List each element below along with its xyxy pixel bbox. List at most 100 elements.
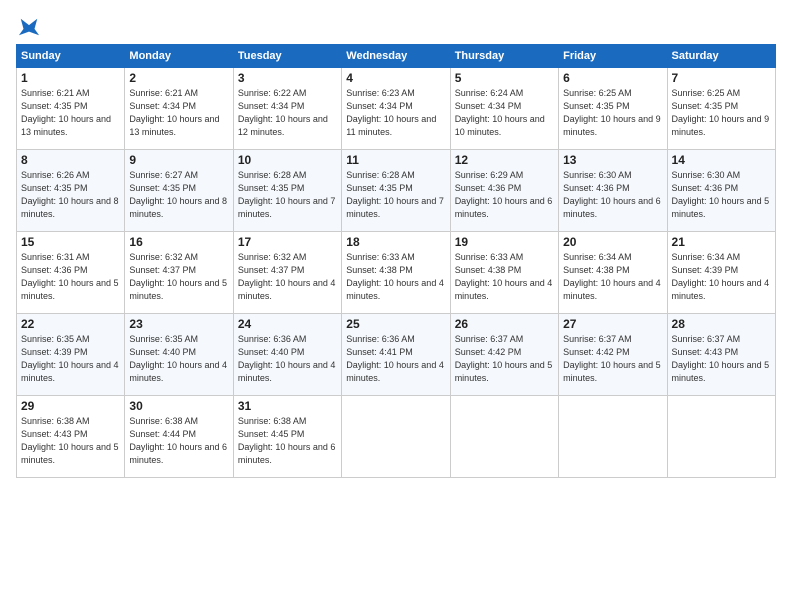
calendar-cell: 7 Sunrise: 6:25 AMSunset: 4:35 PMDaylight… [667,68,775,150]
day-number: 17 [238,235,337,249]
day-number: 26 [455,317,554,331]
day-number: 15 [21,235,120,249]
day-info: Sunrise: 6:31 AMSunset: 4:36 PMDaylight:… [21,251,120,303]
day-info: Sunrise: 6:22 AMSunset: 4:34 PMDaylight:… [238,87,337,139]
day-info: Sunrise: 6:35 AMSunset: 4:39 PMDaylight:… [21,333,120,385]
day-info: Sunrise: 6:36 AMSunset: 4:40 PMDaylight:… [238,333,337,385]
day-number: 3 [238,71,337,85]
calendar-cell: 30 Sunrise: 6:38 AMSunset: 4:44 PMDayligh… [125,396,233,478]
calendar-day-header: Friday [559,45,667,68]
day-number: 27 [563,317,662,331]
calendar-day-header: Sunday [17,45,125,68]
calendar-week-row: 15 Sunrise: 6:31 AMSunset: 4:36 PMDayligh… [17,232,776,314]
day-info: Sunrise: 6:21 AMSunset: 4:34 PMDaylight:… [129,87,228,139]
header [16,16,776,38]
day-info: Sunrise: 6:37 AMSunset: 4:42 PMDaylight:… [455,333,554,385]
calendar-cell: 25Sunrise: 6:36 AMSunset: 4:41 PMDayligh… [342,314,450,396]
logo [16,16,40,38]
day-number: 31 [238,399,337,413]
day-info: Sunrise: 6:38 AMSunset: 4:44 PMDaylight:… [129,415,228,467]
calendar-cell: 27 Sunrise: 6:37 AMSunset: 4:42 PMDayligh… [559,314,667,396]
day-number: 19 [455,235,554,249]
day-info: Sunrise: 6:26 AMSunset: 4:35 PMDaylight:… [21,169,120,221]
day-number: 23 [129,317,228,331]
calendar-cell: 2 Sunrise: 6:21 AMSunset: 4:34 PMDaylight… [125,68,233,150]
day-info: Sunrise: 6:34 AMSunset: 4:39 PMDaylight:… [672,251,771,303]
calendar-cell [667,396,775,478]
day-number: 25 [346,317,445,331]
day-info: Sunrise: 6:33 AMSunset: 4:38 PMDaylight:… [455,251,554,303]
calendar-cell: 1 Sunrise: 6:21 AMSunset: 4:35 PMDaylight… [17,68,125,150]
calendar-cell: 26 Sunrise: 6:37 AMSunset: 4:42 PMDayligh… [450,314,558,396]
calendar-cell: 11Sunrise: 6:28 AMSunset: 4:35 PMDayligh… [342,150,450,232]
calendar-header-row: SundayMondayTuesdayWednesdayThursdayFrid… [17,45,776,68]
calendar-cell: 31 Sunrise: 6:38 AMSunset: 4:45 PMDayligh… [233,396,341,478]
day-number: 4 [346,71,445,85]
calendar-cell [450,396,558,478]
calendar-cell: 6Sunrise: 6:25 AMSunset: 4:35 PMDaylight… [559,68,667,150]
calendar-day-header: Thursday [450,45,558,68]
calendar-table: SundayMondayTuesdayWednesdayThursdayFrid… [16,44,776,478]
day-number: 10 [238,153,337,167]
day-number: 29 [21,399,120,413]
day-info: Sunrise: 6:35 AMSunset: 4:40 PMDaylight:… [129,333,228,385]
day-info: Sunrise: 6:28 AMSunset: 4:35 PMDaylight:… [238,169,337,221]
day-number: 7 [672,71,771,85]
page: SundayMondayTuesdayWednesdayThursdayFrid… [0,0,792,612]
day-info: Sunrise: 6:37 AMSunset: 4:42 PMDaylight:… [563,333,662,385]
calendar-cell: 29 Sunrise: 6:38 AMSunset: 4:43 PMDayligh… [17,396,125,478]
calendar-cell: 10 Sunrise: 6:28 AMSunset: 4:35 PMDayligh… [233,150,341,232]
day-number: 6 [563,71,662,85]
calendar-cell: 3 Sunrise: 6:22 AMSunset: 4:34 PMDaylight… [233,68,341,150]
day-info: Sunrise: 6:37 AMSunset: 4:43 PMDaylight:… [672,333,771,385]
calendar-day-header: Wednesday [342,45,450,68]
calendar-cell: 28Sunrise: 6:37 AMSunset: 4:43 PMDayligh… [667,314,775,396]
calendar-cell: 18Sunrise: 6:33 AMSunset: 4:38 PMDayligh… [342,232,450,314]
day-number: 11 [346,153,445,167]
calendar-cell: 5Sunrise: 6:24 AMSunset: 4:34 PMDaylight… [450,68,558,150]
day-info: Sunrise: 6:34 AMSunset: 4:38 PMDaylight:… [563,251,662,303]
day-info: Sunrise: 6:30 AMSunset: 4:36 PMDaylight:… [563,169,662,221]
day-info: Sunrise: 6:21 AMSunset: 4:35 PMDaylight:… [21,87,120,139]
calendar-cell: 4 Sunrise: 6:23 AMSunset: 4:34 PMDaylight… [342,68,450,150]
day-info: Sunrise: 6:33 AMSunset: 4:38 PMDaylight:… [346,251,445,303]
day-info: Sunrise: 6:38 AMSunset: 4:43 PMDaylight:… [21,415,120,467]
day-info: Sunrise: 6:30 AMSunset: 4:36 PMDaylight:… [672,169,771,221]
calendar-cell [559,396,667,478]
day-number: 12 [455,153,554,167]
day-number: 2 [129,71,228,85]
calendar-cell: 15 Sunrise: 6:31 AMSunset: 4:36 PMDayligh… [17,232,125,314]
day-number: 30 [129,399,228,413]
logo-bird-icon [18,16,40,38]
calendar-cell: 23 Sunrise: 6:35 AMSunset: 4:40 PMDayligh… [125,314,233,396]
calendar-cell: 24 Sunrise: 6:36 AMSunset: 4:40 PMDayligh… [233,314,341,396]
day-number: 24 [238,317,337,331]
calendar-cell: 13 Sunrise: 6:30 AMSunset: 4:36 PMDayligh… [559,150,667,232]
day-info: Sunrise: 6:32 AMSunset: 4:37 PMDaylight:… [129,251,228,303]
calendar-cell: 9 Sunrise: 6:27 AMSunset: 4:35 PMDaylight… [125,150,233,232]
day-info: Sunrise: 6:29 AMSunset: 4:36 PMDaylight:… [455,169,554,221]
day-info: Sunrise: 6:27 AMSunset: 4:35 PMDaylight:… [129,169,228,221]
day-number: 13 [563,153,662,167]
day-number: 5 [455,71,554,85]
calendar-cell: 14Sunrise: 6:30 AMSunset: 4:36 PMDayligh… [667,150,775,232]
day-info: Sunrise: 6:25 AMSunset: 4:35 PMDaylight:… [672,87,771,139]
calendar-cell: 17Sunrise: 6:32 AMSunset: 4:37 PMDayligh… [233,232,341,314]
day-number: 1 [21,71,120,85]
day-number: 8 [21,153,120,167]
day-number: 9 [129,153,228,167]
calendar-cell: 19 Sunrise: 6:33 AMSunset: 4:38 PMDayligh… [450,232,558,314]
calendar-day-header: Monday [125,45,233,68]
day-number: 20 [563,235,662,249]
day-info: Sunrise: 6:38 AMSunset: 4:45 PMDaylight:… [238,415,337,467]
day-info: Sunrise: 6:23 AMSunset: 4:34 PMDaylight:… [346,87,445,139]
calendar-day-header: Saturday [667,45,775,68]
calendar-cell: 12 Sunrise: 6:29 AMSunset: 4:36 PMDayligh… [450,150,558,232]
calendar-cell: 22Sunrise: 6:35 AMSunset: 4:39 PMDayligh… [17,314,125,396]
day-number: 16 [129,235,228,249]
calendar-cell: 20 Sunrise: 6:34 AMSunset: 4:38 PMDayligh… [559,232,667,314]
calendar-week-row: 22Sunrise: 6:35 AMSunset: 4:39 PMDayligh… [17,314,776,396]
calendar-cell: 16 Sunrise: 6:32 AMSunset: 4:37 PMDayligh… [125,232,233,314]
calendar-week-row: 1 Sunrise: 6:21 AMSunset: 4:35 PMDaylight… [17,68,776,150]
calendar-cell [342,396,450,478]
